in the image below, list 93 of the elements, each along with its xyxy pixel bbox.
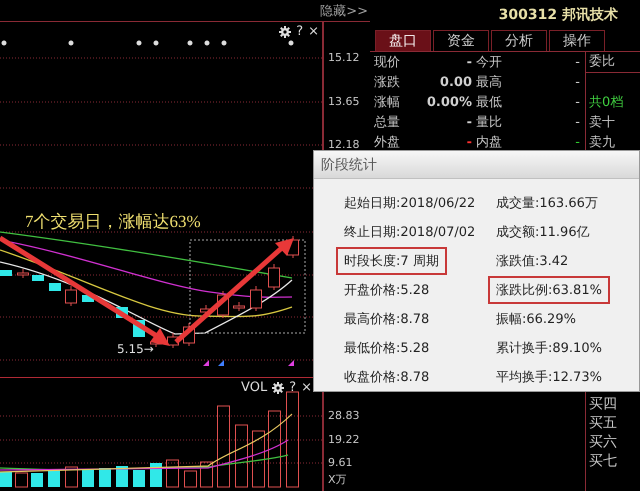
candle — [183, 322, 195, 346]
stat-item: 累计换手:89.10% — [495, 340, 603, 358]
ask-level-label: 卖九 — [589, 135, 615, 150]
quote-value: 0.00% — [426, 94, 473, 110]
quote-label: 今开 — [476, 54, 503, 71]
volume-bar — [235, 424, 248, 488]
chart-annotation: 7个交易日，涨幅达63% — [25, 213, 201, 231]
close-icon[interactable]: × — [301, 381, 312, 395]
bid-level-label: 买七 — [589, 453, 617, 469]
volume-bar — [133, 470, 145, 487]
stat-item: 开盘价格:5.28 — [343, 282, 430, 300]
tab[interactable]: 资金 — [433, 30, 489, 51]
quote-value: - — [574, 74, 580, 90]
hide-link[interactable]: 隐藏>> — [320, 2, 368, 20]
signal-marker-icon — [218, 360, 224, 366]
quote-label: 量比 — [476, 114, 503, 131]
help-icon[interactable]: ? — [296, 25, 304, 39]
stat-item: 最低价格:5.28 — [343, 340, 430, 358]
stat-item: 平均换手:12.73% — [495, 368, 603, 386]
bid-level-label: 买六 — [589, 434, 617, 450]
candle — [17, 268, 29, 278]
order-summary: 共0档 — [589, 95, 624, 110]
stat-item: 涨跌比例:63.81% — [488, 276, 610, 304]
axis-unit: X万 — [328, 472, 347, 487]
quote-label: 外盘 — [374, 134, 401, 151]
indicator-label: VOL — [241, 381, 268, 395]
help-icon[interactable]: ? — [289, 381, 296, 395]
volume-bar — [166, 460, 179, 488]
candle — [268, 264, 280, 290]
stat-item: 时段长度:7 周期 — [336, 246, 447, 274]
quote-value: 0.00 — [438, 74, 473, 90]
quote-label: 现价 — [374, 54, 401, 71]
close-icon[interactable]: × — [308, 25, 319, 39]
quote-label: 最高 — [476, 74, 503, 91]
bid-level-label: 买四 — [589, 396, 617, 412]
volume-bar — [65, 466, 78, 488]
volume-bar — [31, 473, 43, 487]
signal-marker-icon — [203, 360, 209, 366]
low-price-label: 5.15→ — [117, 342, 154, 356]
quote-value: - — [574, 114, 580, 130]
candle — [233, 302, 245, 312]
volume-bar — [82, 469, 94, 487]
signal-marker-icon — [288, 360, 294, 366]
stat-item: 成交额:11.96亿 — [495, 224, 591, 242]
bid-level-label: 买五 — [589, 415, 617, 431]
candle — [0, 270, 12, 276]
axis-label: 15.12 — [328, 51, 360, 64]
tab[interactable]: 盘口 — [375, 30, 431, 51]
quote-value: - — [574, 54, 580, 70]
tab[interactable]: 分析 — [491, 30, 547, 51]
axis-label: 19.22 — [328, 432, 360, 446]
axis-label: 12.18 — [328, 138, 360, 151]
quote-value: - — [466, 114, 473, 130]
candle — [32, 275, 44, 281]
volume-bar — [0, 472, 12, 487]
quote-value: - — [574, 94, 580, 110]
volume-bar — [15, 472, 28, 488]
quote-label: 总量 — [374, 114, 401, 131]
quote-label: 涨幅 — [374, 94, 401, 111]
candle — [250, 286, 262, 312]
quote-value: - — [466, 134, 473, 150]
volume-bar — [200, 462, 213, 488]
volume-bar — [252, 430, 265, 488]
stat-item: 成交量:163.66万 — [495, 194, 599, 212]
volume-bar — [99, 468, 111, 487]
candle — [65, 286, 77, 306]
stat-item: 收盘价格:8.78 — [343, 368, 430, 386]
ask-level-label: 卖十 — [589, 115, 615, 130]
settings-icon[interactable] — [279, 26, 292, 38]
dialog-title: 阶段统计 — [321, 156, 377, 174]
settings-icon[interactable] — [272, 382, 284, 394]
axis-label: 13.65 — [328, 94, 360, 108]
stat-item: 涨跌值:3.42 — [495, 252, 570, 270]
quote-label: 最低 — [476, 94, 503, 111]
stat-item: 终止日期:2018/07/02 — [343, 224, 476, 242]
volume-bar — [150, 463, 162, 487]
stat-item: 振幅:66.29% — [495, 310, 577, 328]
quote-label: 涨跌 — [374, 74, 401, 91]
stat-item: 最高价格:8.78 — [343, 310, 430, 328]
quote-value: - — [466, 54, 473, 70]
candle — [200, 304, 212, 316]
quote-value: - — [574, 134, 580, 150]
tab[interactable]: 操作 — [549, 30, 605, 51]
axis-label: 28.83 — [328, 409, 360, 422]
order-ratio-label: 委比 — [589, 54, 615, 69]
axis-label: 9.61 — [328, 456, 352, 469]
candle — [167, 332, 179, 348]
volume-bar — [116, 466, 128, 487]
volume-bar — [184, 470, 197, 488]
stock-title: 300312 邦讯技术 — [498, 6, 618, 24]
stat-item: 起始日期:2018/06/22 — [343, 194, 476, 212]
candle — [49, 283, 61, 291]
quote-label: 内盘 — [476, 134, 503, 151]
